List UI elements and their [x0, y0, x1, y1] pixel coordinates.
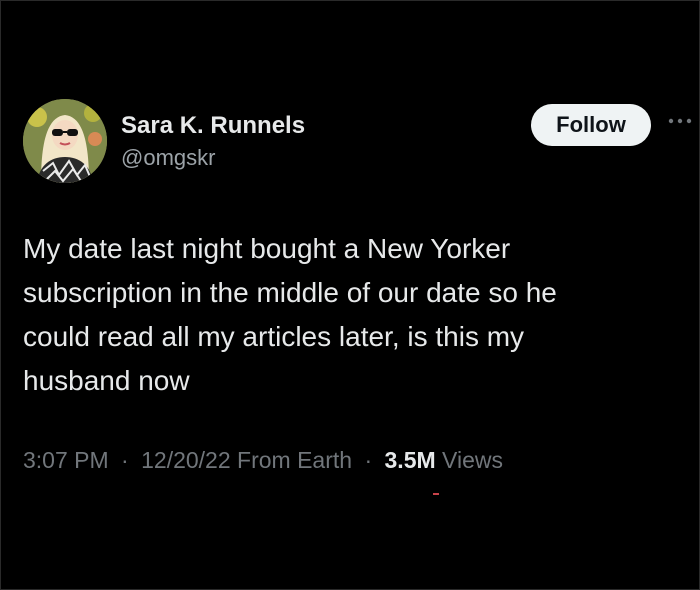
follow-button[interactable]: Follow	[531, 104, 651, 146]
tweet-source: From Earth	[237, 447, 353, 473]
tweet-time[interactable]: 3:07 PM	[23, 447, 109, 473]
author-display-name[interactable]: Sara K. Runnels	[121, 111, 305, 141]
views-label: Views	[442, 447, 503, 473]
ellipsis-icon[interactable]	[664, 113, 696, 129]
tweet-text-line: could read all my articles later, is thi…	[23, 321, 525, 352]
tweet-date[interactable]: 12/20/22	[141, 447, 231, 473]
profile-photo-icon	[23, 99, 107, 183]
tweet-text: My date last night bought a New Yorker s…	[23, 227, 663, 403]
tweet-card: Sara K. Runnels @omgskr Follow My date l…	[0, 0, 700, 590]
separator: ·	[121, 447, 129, 473]
avatar[interactable]	[23, 99, 107, 183]
tweet-meta: 3:07 PM · 12/20/22 From Earth · 3.5M Vie…	[23, 447, 503, 474]
views-count[interactable]: 3.5M	[385, 447, 436, 473]
author-names: Sara K. Runnels @omgskr	[121, 111, 305, 173]
author-handle[interactable]: @omgskr	[121, 143, 305, 173]
tweet-text-line: My date last night bought a New Yorker	[23, 233, 511, 264]
separator: ·	[364, 447, 373, 473]
tweet-text-line: husband now	[23, 365, 190, 396]
tweet-text-line: subscription in the middle of our date s…	[23, 277, 557, 308]
tweet-header: Sara K. Runnels @omgskr Follow	[23, 99, 692, 189]
scroll-indicator	[433, 493, 439, 495]
